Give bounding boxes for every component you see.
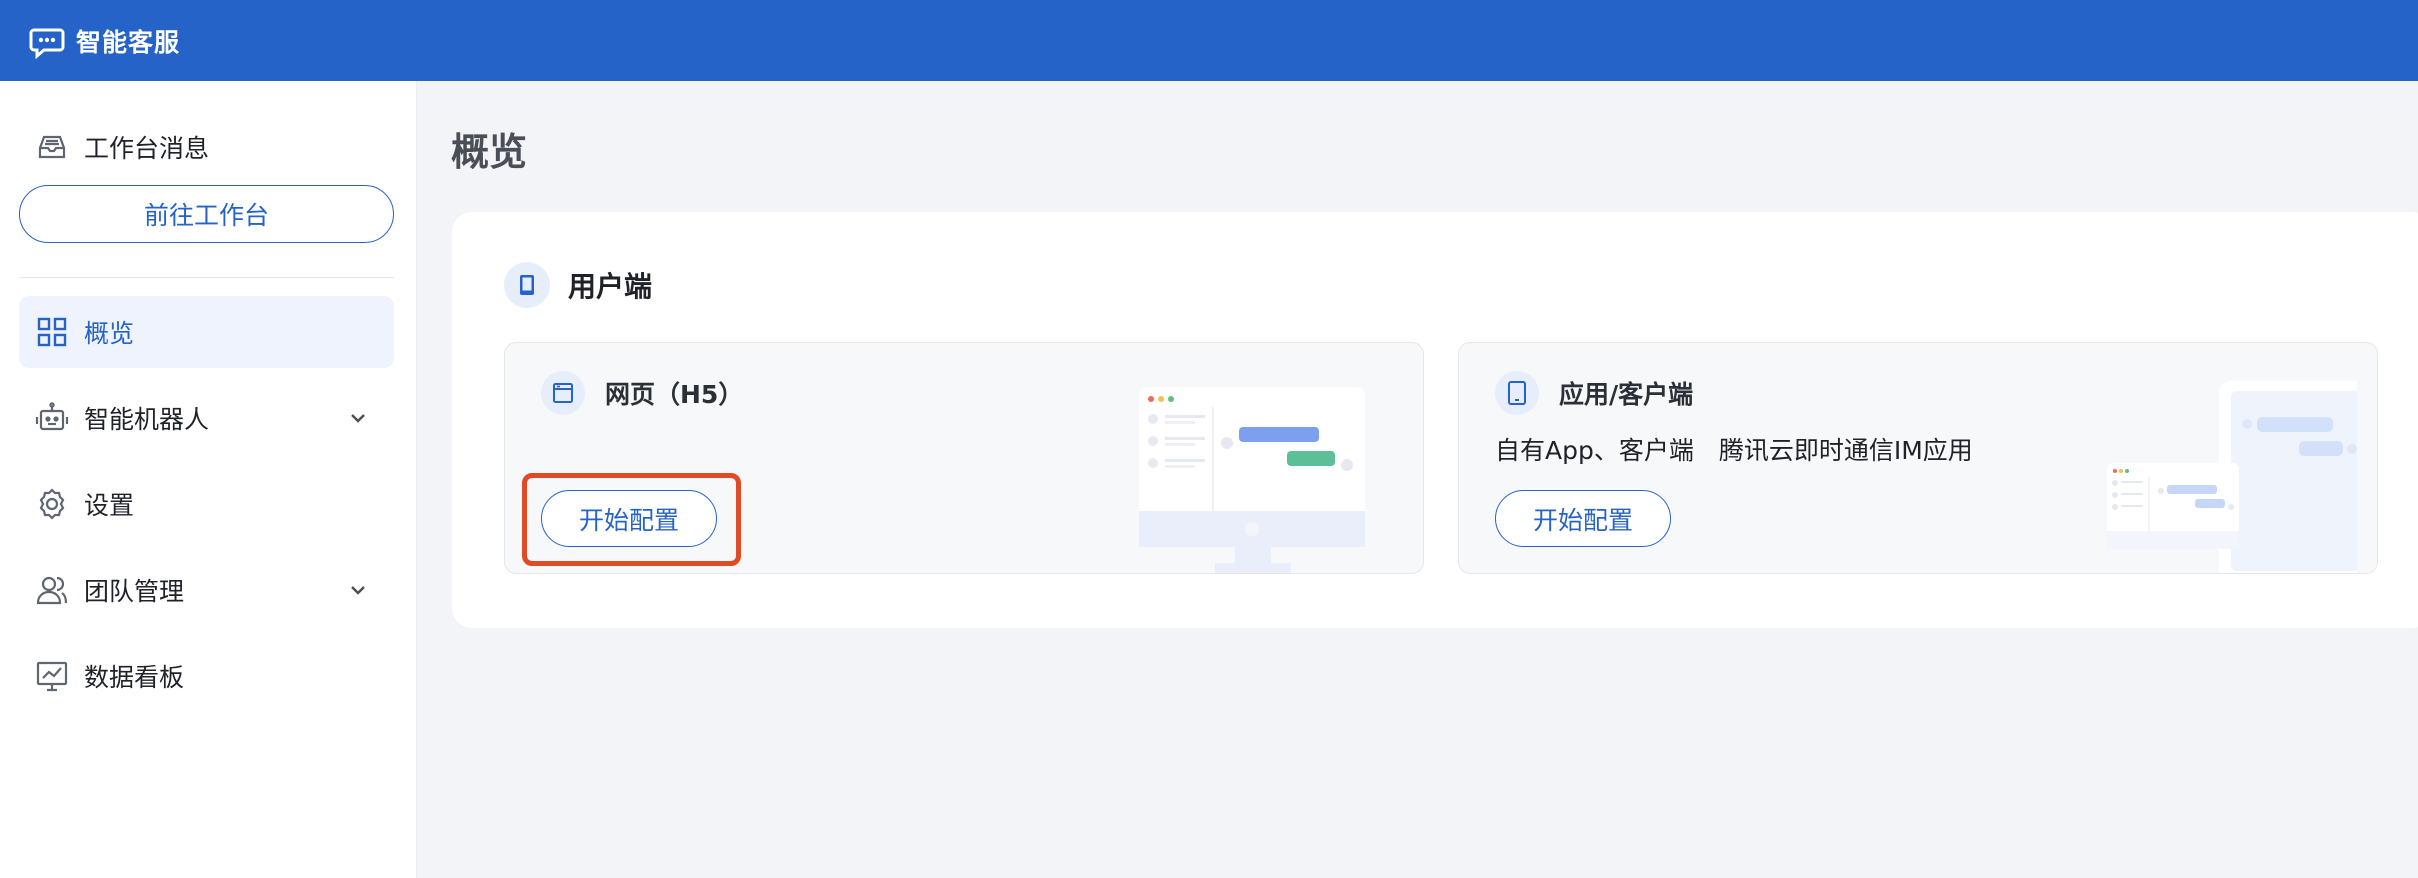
sidebar-item-label: 概览 xyxy=(84,319,135,348)
sidebar-item-label: 团队管理 xyxy=(84,577,185,606)
app-title: 智能客服 xyxy=(76,27,181,57)
phone-icon xyxy=(504,262,550,308)
sidebar-item-label: 设置 xyxy=(84,491,135,520)
sidebar: 工作台消息 前往工作台 概览 智能机器人 设置 团队管理 数据看板 xyxy=(0,81,417,878)
section-title: 用户端 xyxy=(568,270,653,303)
robot-icon xyxy=(34,400,70,436)
card-title: 应用/客户端 xyxy=(1559,380,1694,409)
gear-icon xyxy=(34,486,70,522)
sidebar-item-overview[interactable]: 概览 xyxy=(19,296,394,368)
inbox-icon xyxy=(34,129,70,165)
chevron-down-icon[interactable] xyxy=(346,578,370,602)
app-client-card: 应用/客户端 自有App、客户端 腾讯云即时通信IM应用 开始配置 xyxy=(1458,342,2378,574)
desktop-chat-illustration xyxy=(1139,387,1365,573)
chevron-down-icon[interactable] xyxy=(346,406,370,430)
web-h5-card: 网页（H5） 开始配置 xyxy=(504,342,1424,574)
goto-workspace-button[interactable]: 前往工作台 xyxy=(19,185,394,243)
card-header: 应用/客户端 xyxy=(1495,371,1693,415)
start-config-button[interactable]: 开始配置 xyxy=(1495,490,1671,547)
page-title: 概览 xyxy=(451,130,528,174)
user-client-panel: 用户端 网页（H5） 开始配置 应用/客户端 自有App、客户端 腾讯云即时通信… xyxy=(452,212,2418,628)
sidebar-item-label: 智能机器人 xyxy=(84,405,210,434)
top-bar: 智能客服 xyxy=(0,0,2418,81)
sidebar-item-settings[interactable]: 设置 xyxy=(19,468,394,540)
workspace-messages-label: 工作台消息 xyxy=(84,134,210,163)
card-description: 自有App、客户端 腾讯云即时通信IM应用 xyxy=(1495,436,1973,465)
card-title: 网页（H5） xyxy=(605,380,744,409)
mobile-chat-illustration xyxy=(2107,381,2357,573)
section-header: 用户端 xyxy=(504,262,652,308)
sidebar-divider xyxy=(19,277,394,278)
tablet-icon xyxy=(1495,371,1539,415)
start-config-button[interactable]: 开始配置 xyxy=(541,490,717,547)
sidebar-item-dashboard[interactable]: 数据看板 xyxy=(19,640,394,712)
sidebar-item-robot[interactable]: 智能机器人 xyxy=(19,382,394,454)
sidebar-item-label: 数据看板 xyxy=(84,663,185,692)
sidebar-item-team[interactable]: 团队管理 xyxy=(19,554,394,626)
workspace-messages[interactable]: 工作台消息 xyxy=(34,129,209,165)
team-users-icon xyxy=(34,572,70,608)
browser-window-icon xyxy=(541,371,585,415)
main-content: 概览 用户端 网页（H5） 开始配置 应用/客户端 自有App、客户端 腾讯云即… xyxy=(418,81,2418,878)
card-header: 网页（H5） xyxy=(541,371,743,415)
grid-icon xyxy=(34,314,70,350)
chat-bubble-logo-icon xyxy=(28,22,66,60)
chart-board-icon xyxy=(34,658,70,694)
